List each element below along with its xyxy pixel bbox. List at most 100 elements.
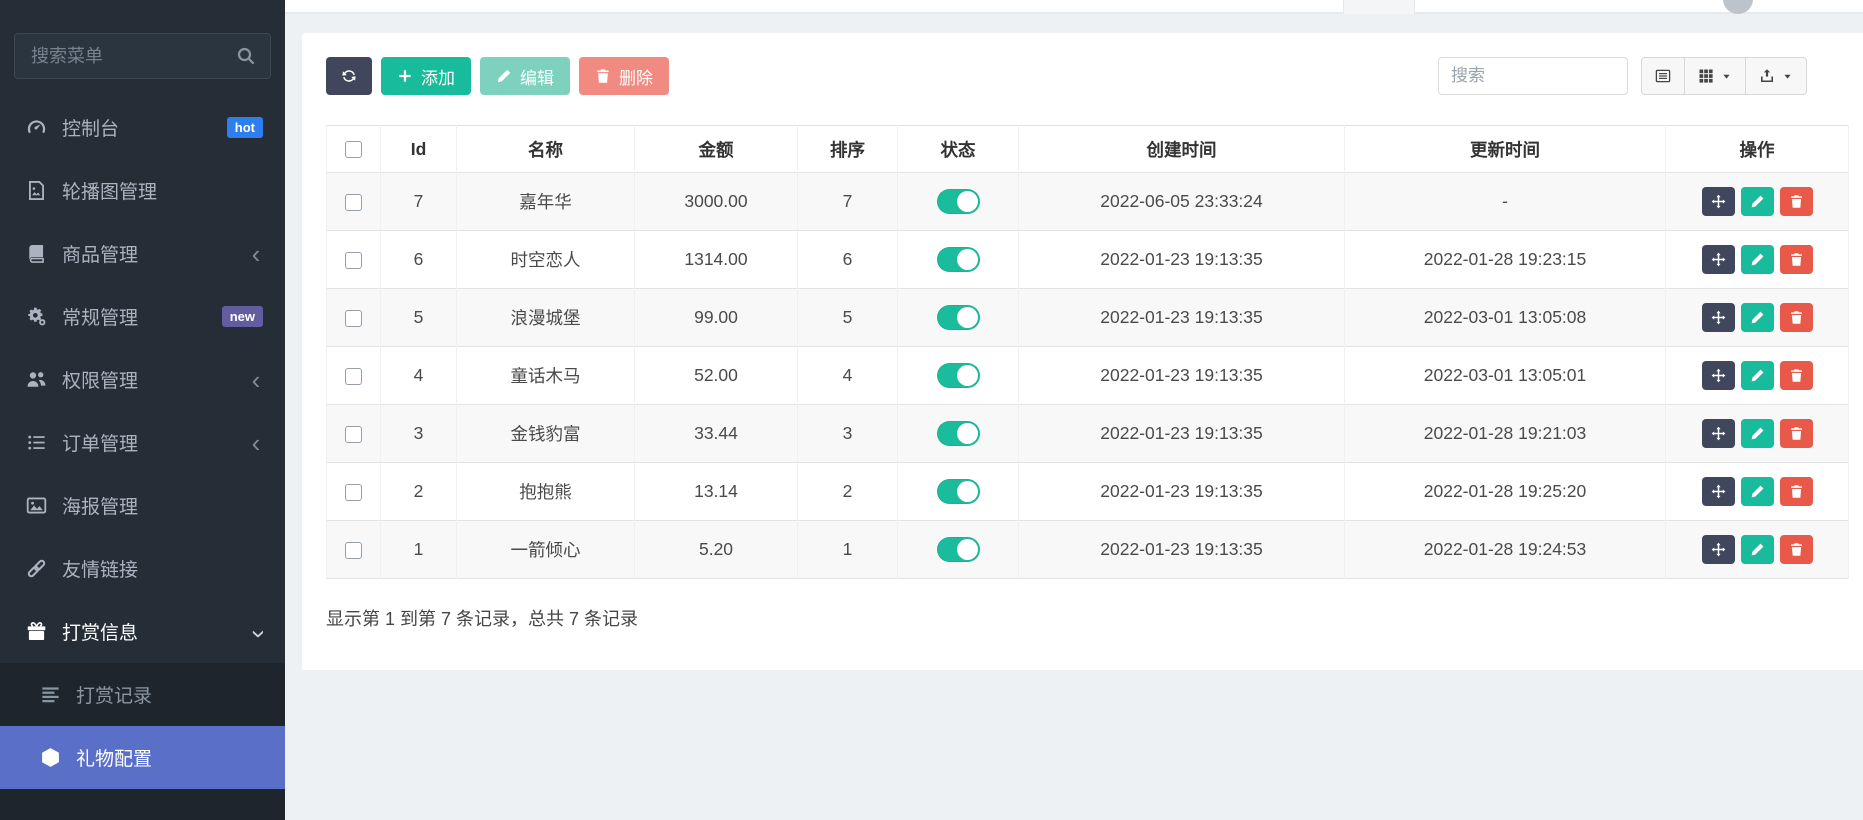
row-updated: - [1345, 173, 1666, 231]
move-button[interactable] [1702, 245, 1735, 274]
menu-search-input[interactable] [14, 33, 271, 79]
users-icon [26, 369, 47, 390]
status-toggle-on[interactable] [937, 479, 980, 504]
row-checkbox[interactable] [345, 194, 362, 211]
sidebar-subitem-gift-config[interactable]: 礼物配置 [0, 726, 285, 789]
row-select-cell [327, 347, 381, 405]
status-toggle-on[interactable] [937, 189, 980, 214]
column-header-0[interactable]: Id [381, 126, 457, 173]
row-name: 一箭倾心 [457, 521, 635, 579]
chevron-left-icon: ‹ [249, 430, 263, 456]
row-updated: 2022-01-28 19:21:03 [1345, 405, 1666, 463]
status-toggle-on[interactable] [937, 421, 980, 446]
row-checkbox[interactable] [345, 252, 362, 269]
status-toggle-on[interactable] [937, 305, 980, 330]
table-row: 6时空恋人1314.0062022-01-23 19:13:352022-01-… [327, 231, 1849, 289]
delete-row-button[interactable] [1780, 419, 1813, 448]
edit-button[interactable]: 编辑 [480, 57, 570, 95]
edit-row-button[interactable] [1741, 245, 1774, 274]
sidebar-item-goods[interactable]: 商品管理‹ [0, 222, 285, 285]
column-header-6[interactable]: 更新时间 [1345, 126, 1666, 173]
row-status-cell [898, 173, 1019, 231]
sidebar-item-permission[interactable]: 权限管理‹ [0, 348, 285, 411]
delete-row-button[interactable] [1780, 477, 1813, 506]
edit-row-button[interactable] [1741, 419, 1774, 448]
row-name: 抱抱熊 [457, 463, 635, 521]
columns-toggle-button[interactable] [1684, 57, 1746, 95]
status-toggle-on[interactable] [937, 363, 980, 388]
gears-icon [26, 306, 47, 327]
sidebar-item-orders[interactable]: 订单管理‹ [0, 411, 285, 474]
row-checkbox[interactable] [345, 310, 362, 327]
sidebar-item-posters[interactable]: 海报管理 [0, 474, 285, 537]
row-updated: 2022-03-01 13:05:08 [1345, 289, 1666, 347]
toolbar-search-area [1438, 57, 1807, 95]
status-toggle-on[interactable] [937, 537, 980, 562]
column-header-7[interactable]: 操作 [1666, 126, 1849, 173]
sidebar-item-general[interactable]: 常规管理new [0, 285, 285, 348]
edit-row-button[interactable] [1741, 535, 1774, 564]
column-header-2[interactable]: 金额 [635, 126, 798, 173]
sidebar-item-rewards[interactable]: 打赏信息‹ [0, 600, 285, 663]
table-row: 2抱抱熊13.1422022-01-23 19:13:352022-01-28 … [327, 463, 1849, 521]
detail-view-button[interactable] [1641, 57, 1685, 95]
user-avatar[interactable] [1723, 0, 1753, 14]
column-header-4[interactable]: 状态 [898, 126, 1019, 173]
move-button[interactable] [1702, 535, 1735, 564]
chevron-left-icon: ‹ [249, 367, 263, 393]
row-id: 5 [381, 289, 457, 347]
move-button[interactable] [1702, 361, 1735, 390]
sidebar-item-carousel[interactable]: 轮播图管理 [0, 159, 285, 222]
column-header-5[interactable]: 创建时间 [1019, 126, 1345, 173]
row-checkbox[interactable] [345, 484, 362, 501]
edit-row-button[interactable] [1741, 477, 1774, 506]
column-header-1[interactable]: 名称 [457, 126, 635, 173]
edit-row-button[interactable] [1741, 187, 1774, 216]
row-sort: 6 [798, 231, 898, 289]
delete-row-button[interactable] [1780, 187, 1813, 216]
refresh-button[interactable] [326, 57, 372, 95]
trash-icon [1789, 368, 1804, 383]
pencil-icon [1750, 194, 1765, 209]
topbar-tab[interactable] [1343, 0, 1415, 14]
table-row: 7嘉年华3000.0072022-06-05 23:33:24- [327, 173, 1849, 231]
delete-row-button[interactable] [1780, 245, 1813, 274]
caret-down-icon [1721, 71, 1732, 82]
export-button[interactable] [1745, 57, 1807, 95]
edit-row-button[interactable] [1741, 361, 1774, 390]
delete-row-button[interactable] [1780, 303, 1813, 332]
sidebar-item-console[interactable]: 控制台hot [0, 96, 285, 159]
delete-row-button[interactable] [1780, 535, 1813, 564]
sidebar-subitem-label: 打赏记录 [76, 681, 263, 708]
row-checkbox[interactable] [345, 426, 362, 443]
row-checkbox[interactable] [345, 368, 362, 385]
row-status-cell [898, 405, 1019, 463]
list-alt-icon [1655, 68, 1671, 84]
select-all-checkbox[interactable] [345, 141, 362, 158]
row-amount: 99.00 [635, 289, 798, 347]
add-button[interactable]: 添加 [381, 57, 471, 95]
row-amount: 33.44 [635, 405, 798, 463]
sidebar-subitem-label: 礼物配置 [76, 744, 263, 771]
row-sort: 7 [798, 173, 898, 231]
sidebar-item-links[interactable]: 友情链接 [0, 537, 285, 600]
row-created: 2022-06-05 23:33:24 [1019, 173, 1345, 231]
delete-button[interactable]: 删除 [579, 57, 669, 95]
move-button[interactable] [1702, 187, 1735, 216]
move-button[interactable] [1702, 477, 1735, 506]
row-status-cell [898, 347, 1019, 405]
table-search-input[interactable] [1438, 57, 1628, 95]
delete-row-button[interactable] [1780, 361, 1813, 390]
sidebar-item-label: 订单管理 [62, 429, 249, 456]
row-checkbox[interactable] [345, 542, 362, 559]
move-button[interactable] [1702, 303, 1735, 332]
row-id: 1 [381, 521, 457, 579]
edit-button-label: 编辑 [520, 64, 554, 89]
sidebar-subitem-reward-records[interactable]: 打赏记录 [0, 663, 285, 726]
edit-row-button[interactable] [1741, 303, 1774, 332]
caret-down-icon [1782, 71, 1793, 82]
status-toggle-on[interactable] [937, 247, 980, 272]
column-header-3[interactable]: 排序 [798, 126, 898, 173]
move-button[interactable] [1702, 419, 1735, 448]
row-actions-cell [1666, 405, 1849, 463]
